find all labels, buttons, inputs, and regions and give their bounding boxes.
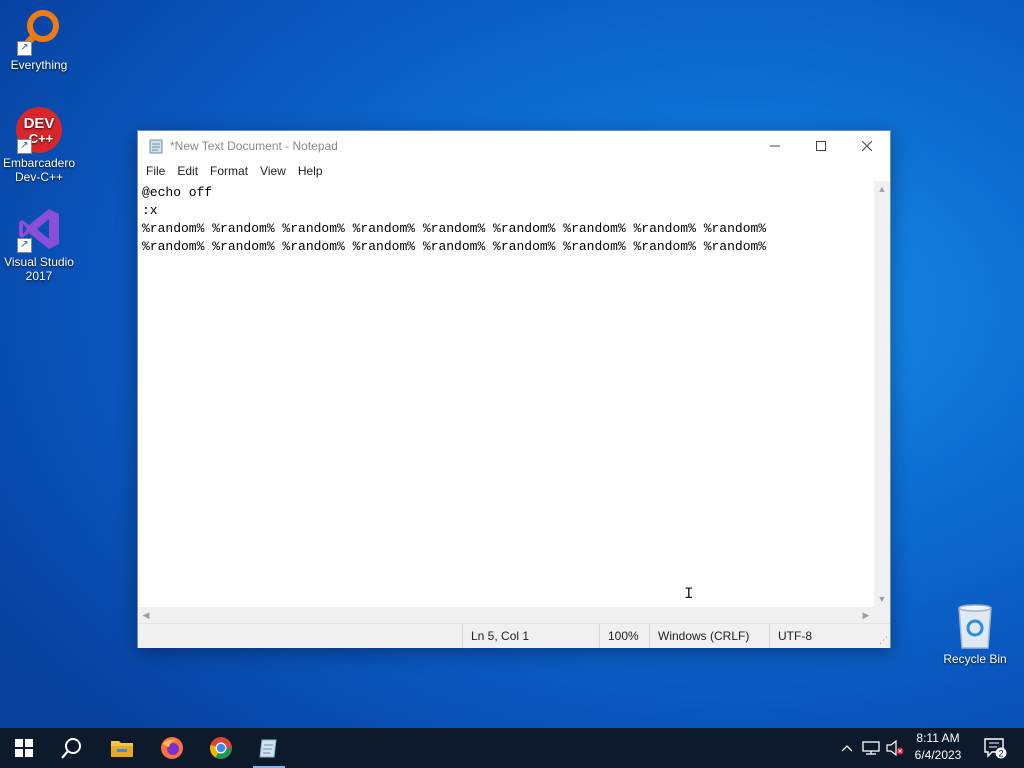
chevron-up-icon [841,745,853,752]
file-explorer-button[interactable] [98,728,146,768]
devcpp-badge-line2: C++ [29,131,54,146]
desktop-icon-label: Visual Studio [4,255,74,269]
desktop-icon-visual-studio[interactable]: ↗ Visual Studio 2017 [1,205,77,283]
desktop-icon-recycle-bin[interactable]: Recycle Bin [937,602,1013,666]
scrollbar-corner [874,607,890,623]
windows-start-icon [15,739,33,757]
horizontal-scrollbar[interactable]: ◀ ▶ [138,607,874,623]
notepad-icon [149,139,163,154]
menu-bar: File Edit Format View Help [138,161,890,181]
desktop-icon-label: Recycle Bin [943,652,1007,666]
minimize-icon [770,145,780,147]
status-line-ending: Windows (CRLF) [649,624,770,648]
close-button[interactable] [844,131,890,161]
desktop-icon-everything[interactable]: ↗ Everything [1,8,77,72]
firefox-icon [161,737,183,759]
visual-studio-icon: ↗ [15,205,63,253]
network-button[interactable] [860,728,882,768]
scroll-left-icon[interactable]: ◀ [138,607,154,623]
shortcut-arrow-icon: ↗ [17,139,32,154]
scroll-up-icon[interactable]: ▲ [874,181,890,197]
taskbar: 8:11 AM 6/4/2023 2 [0,728,1024,768]
search-icon [61,738,81,759]
search-button[interactable] [48,728,96,768]
shortcut-arrow-icon: ↗ [17,41,32,56]
maximize-button[interactable] [798,131,844,161]
menu-format[interactable]: Format [204,164,254,178]
notepad-window[interactable]: *New Text Document - Notepad File Edit F… [137,130,891,648]
clock-time: 8:11 AM [916,731,960,745]
shortcut-arrow-icon: ↗ [17,238,32,253]
window-title: *New Text Document - Notepad [170,139,338,153]
menu-help[interactable]: Help [292,164,329,178]
menu-view[interactable]: View [254,164,292,178]
notification-count: 2 [998,749,1003,759]
status-bar: Ln 5, Col 1 100% Windows (CRLF) UTF-8 ⋰ [138,623,890,648]
devcpp-icon: DEV C++ ↗ [15,106,63,154]
editor-content[interactable]: @echo off :x %random% %random% %random% … [138,181,874,259]
desktop-icon-label: Everything [10,58,68,72]
resize-grip-icon[interactable]: ⋰ [879,635,888,646]
scroll-right-icon[interactable]: ▶ [858,607,874,623]
chrome-button[interactable] [197,728,245,768]
text-cursor-icon: I [684,585,694,603]
notepad-taskbar-button[interactable] [245,728,293,768]
start-button[interactable] [0,728,48,768]
recycle-bin-icon [951,602,999,650]
notepad-icon [259,739,277,758]
desktop-icon-label-line2: 2017 [25,269,53,283]
notification-center-button[interactable]: 2 [978,728,1012,768]
text-editor[interactable]: @echo off :x %random% %random% %random% … [138,181,874,607]
desktop-icon-label: Embarcadero [2,156,76,170]
minimize-button[interactable] [752,131,798,161]
close-icon [862,141,872,151]
file-explorer-icon [111,741,133,757]
status-encoding: UTF-8 [769,624,878,648]
show-hidden-icons-button[interactable] [838,728,856,768]
notification-icon: 2 [984,738,1007,759]
menu-file[interactable]: File [140,164,171,178]
volume-muted-icon [886,740,904,756]
vertical-scrollbar[interactable]: ▲ ▼ [874,181,890,607]
menu-edit[interactable]: Edit [171,164,204,178]
devcpp-badge-line1: DEV [24,115,55,132]
firefox-button[interactable] [148,728,196,768]
status-zoom: 100% [599,624,650,648]
volume-button[interactable] [884,728,906,768]
status-position: Ln 5, Col 1 [462,624,599,648]
network-icon [862,741,880,755]
desktop-icon-label-line2: Dev-C++ [14,170,64,184]
title-bar[interactable]: *New Text Document - Notepad [138,131,890,161]
taskbar-clock[interactable]: 8:11 AM 6/4/2023 [906,730,970,764]
desktop-icon-devcpp[interactable]: DEV C++ ↗ Embarcadero Dev-C++ [1,106,77,184]
everything-icon: ↗ [15,8,63,56]
maximize-icon [816,141,826,151]
scroll-down-icon[interactable]: ▼ [874,591,890,607]
clock-date: 6/4/2023 [914,748,962,762]
chrome-icon [210,737,232,759]
